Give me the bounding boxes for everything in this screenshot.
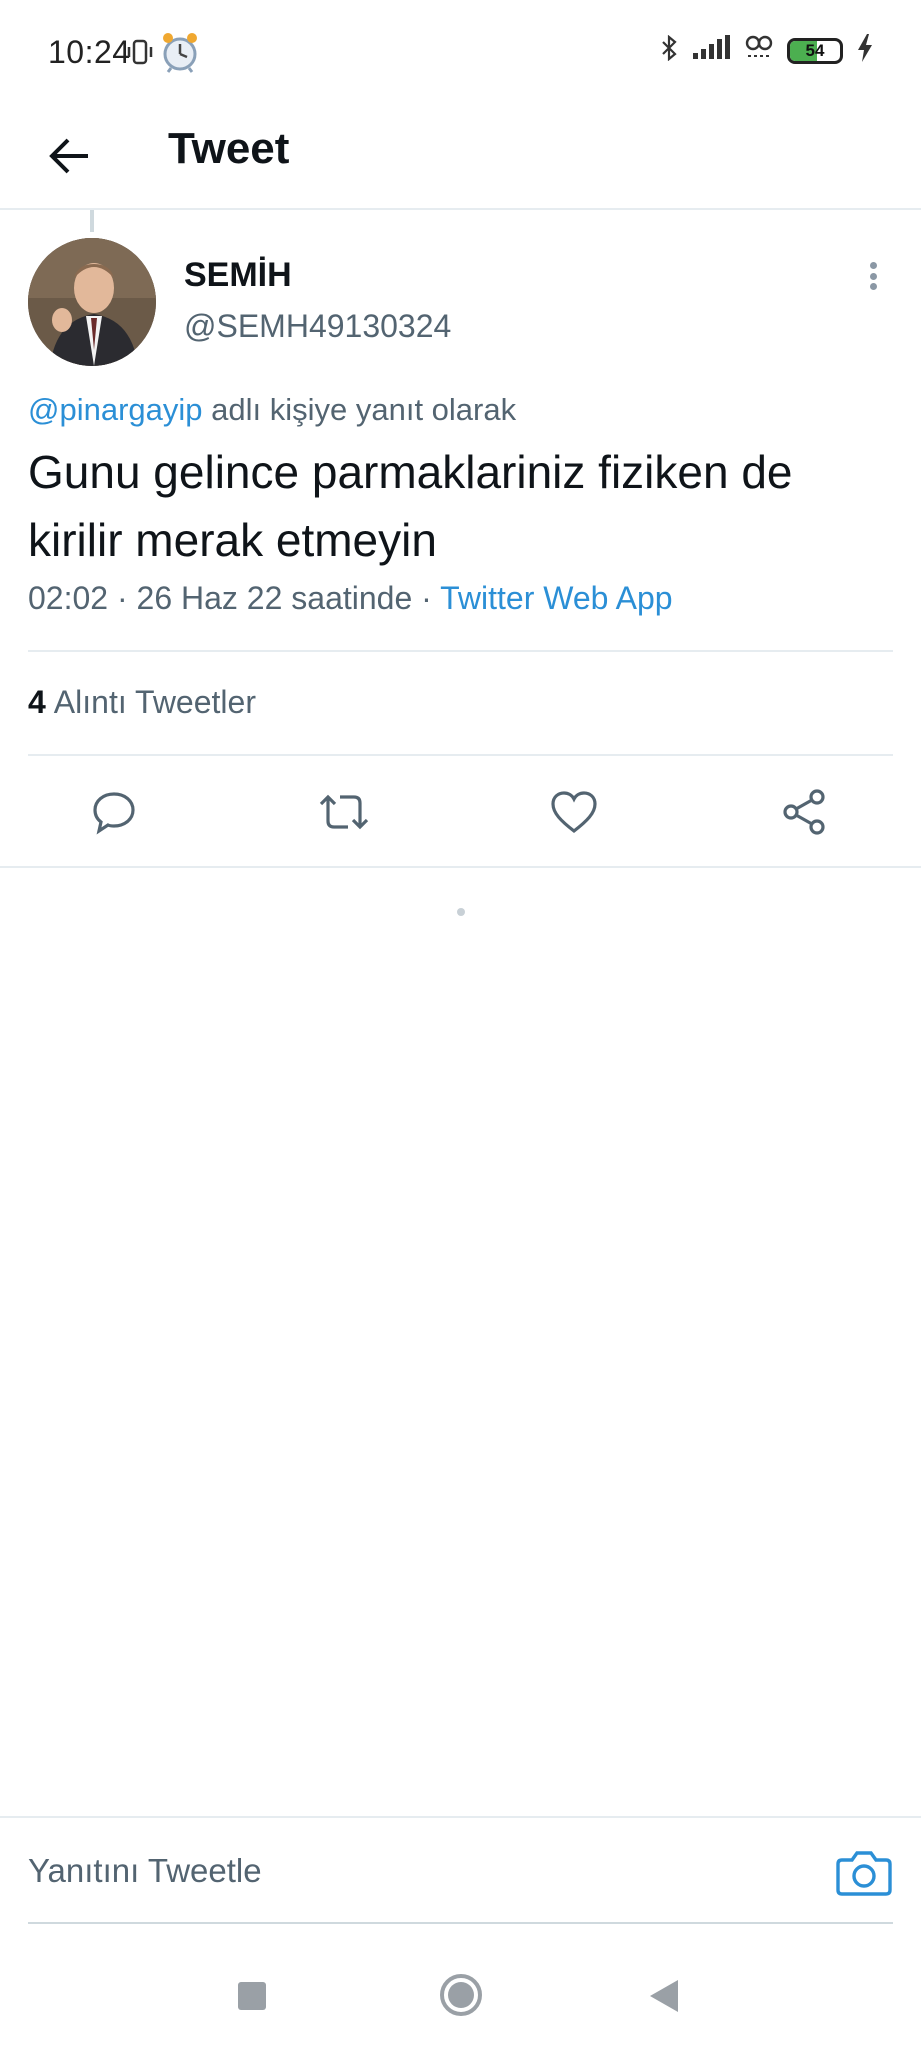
- reply-composer: Yanıtını Tweetle: [0, 1816, 921, 1924]
- home-button[interactable]: [440, 1974, 482, 2016]
- more-dot: [869, 283, 877, 290]
- avatar[interactable]: [28, 238, 156, 366]
- share-icon: [783, 789, 825, 835]
- profile-photo: [28, 238, 156, 366]
- signal-icon: [691, 35, 731, 66]
- charging-icon: [857, 34, 873, 67]
- reply-context-label: adlı kişiye yanıt olarak: [202, 392, 517, 427]
- tweet-time-date: 02:02 · 26 Haz 22 saatinde ·: [28, 580, 441, 616]
- author-handle[interactable]: @SEMH49130324: [184, 308, 451, 345]
- wifi-icon: [745, 34, 773, 67]
- system-navigation-bar: [0, 1934, 921, 2048]
- reply-input[interactable]: Yanıtını Tweetle: [28, 1852, 262, 1890]
- retweet-button[interactable]: [314, 782, 374, 842]
- back-button[interactable]: [40, 126, 100, 186]
- retweet-icon: [319, 794, 369, 830]
- thread-connector-line: [90, 210, 94, 232]
- share-button[interactable]: [774, 782, 834, 842]
- more-options-button[interactable]: [858, 256, 888, 296]
- battery-level: 54: [805, 40, 825, 60]
- like-button[interactable]: [544, 782, 604, 842]
- composer-underline: [28, 1922, 893, 1924]
- heart-icon: [551, 791, 597, 834]
- bluetooth-icon: [661, 34, 677, 66]
- top-app-bar: Tweet: [0, 104, 921, 210]
- battery-icon: 54: [787, 37, 843, 64]
- status-indicators: 54: [661, 34, 873, 67]
- system-back-button[interactable]: [650, 1980, 678, 2012]
- quote-label: Alıntı Tweetler: [53, 684, 256, 720]
- arrow-left-icon: [49, 138, 88, 174]
- author-name[interactable]: SEMİH: [184, 256, 292, 295]
- recent-apps-button[interactable]: [238, 1982, 266, 2010]
- tweet-text: Gunu gelince parmaklariniz fiziken de ki…: [28, 446, 793, 566]
- loading-indicator: [457, 908, 465, 916]
- quote-tweets-stat[interactable]: 4 Alıntı Tweetler: [28, 684, 256, 721]
- camera-icon: [836, 1851, 892, 1896]
- tweet-timestamp: 02:02 · 26 Haz 22 saatinde · Twitter Web…: [28, 580, 673, 617]
- vibrate-icon: [126, 38, 154, 71]
- reply-to-mention[interactable]: @pinargayip: [28, 392, 203, 427]
- reply-button[interactable]: [84, 782, 144, 842]
- home-icon: [448, 1982, 474, 2008]
- comment-icon: [93, 792, 135, 835]
- quote-count: 4: [28, 684, 46, 720]
- status-time: 10:24: [48, 34, 131, 70]
- reply-context: @pinargayip adlı kişiye yanıt olarak: [28, 392, 516, 428]
- alarm-clock-icon: [160, 30, 200, 79]
- more-dot: [869, 272, 877, 280]
- page-title: Tweet: [168, 124, 290, 173]
- camera-button[interactable]: [836, 1846, 892, 1898]
- status-bar: 10:24 54: [0, 0, 921, 104]
- divider: [28, 650, 893, 652]
- tweet-actions-bar: [0, 756, 921, 868]
- more-vertical-icon: [869, 262, 877, 269]
- tweet-source-link[interactable]: Twitter Web App: [440, 580, 672, 616]
